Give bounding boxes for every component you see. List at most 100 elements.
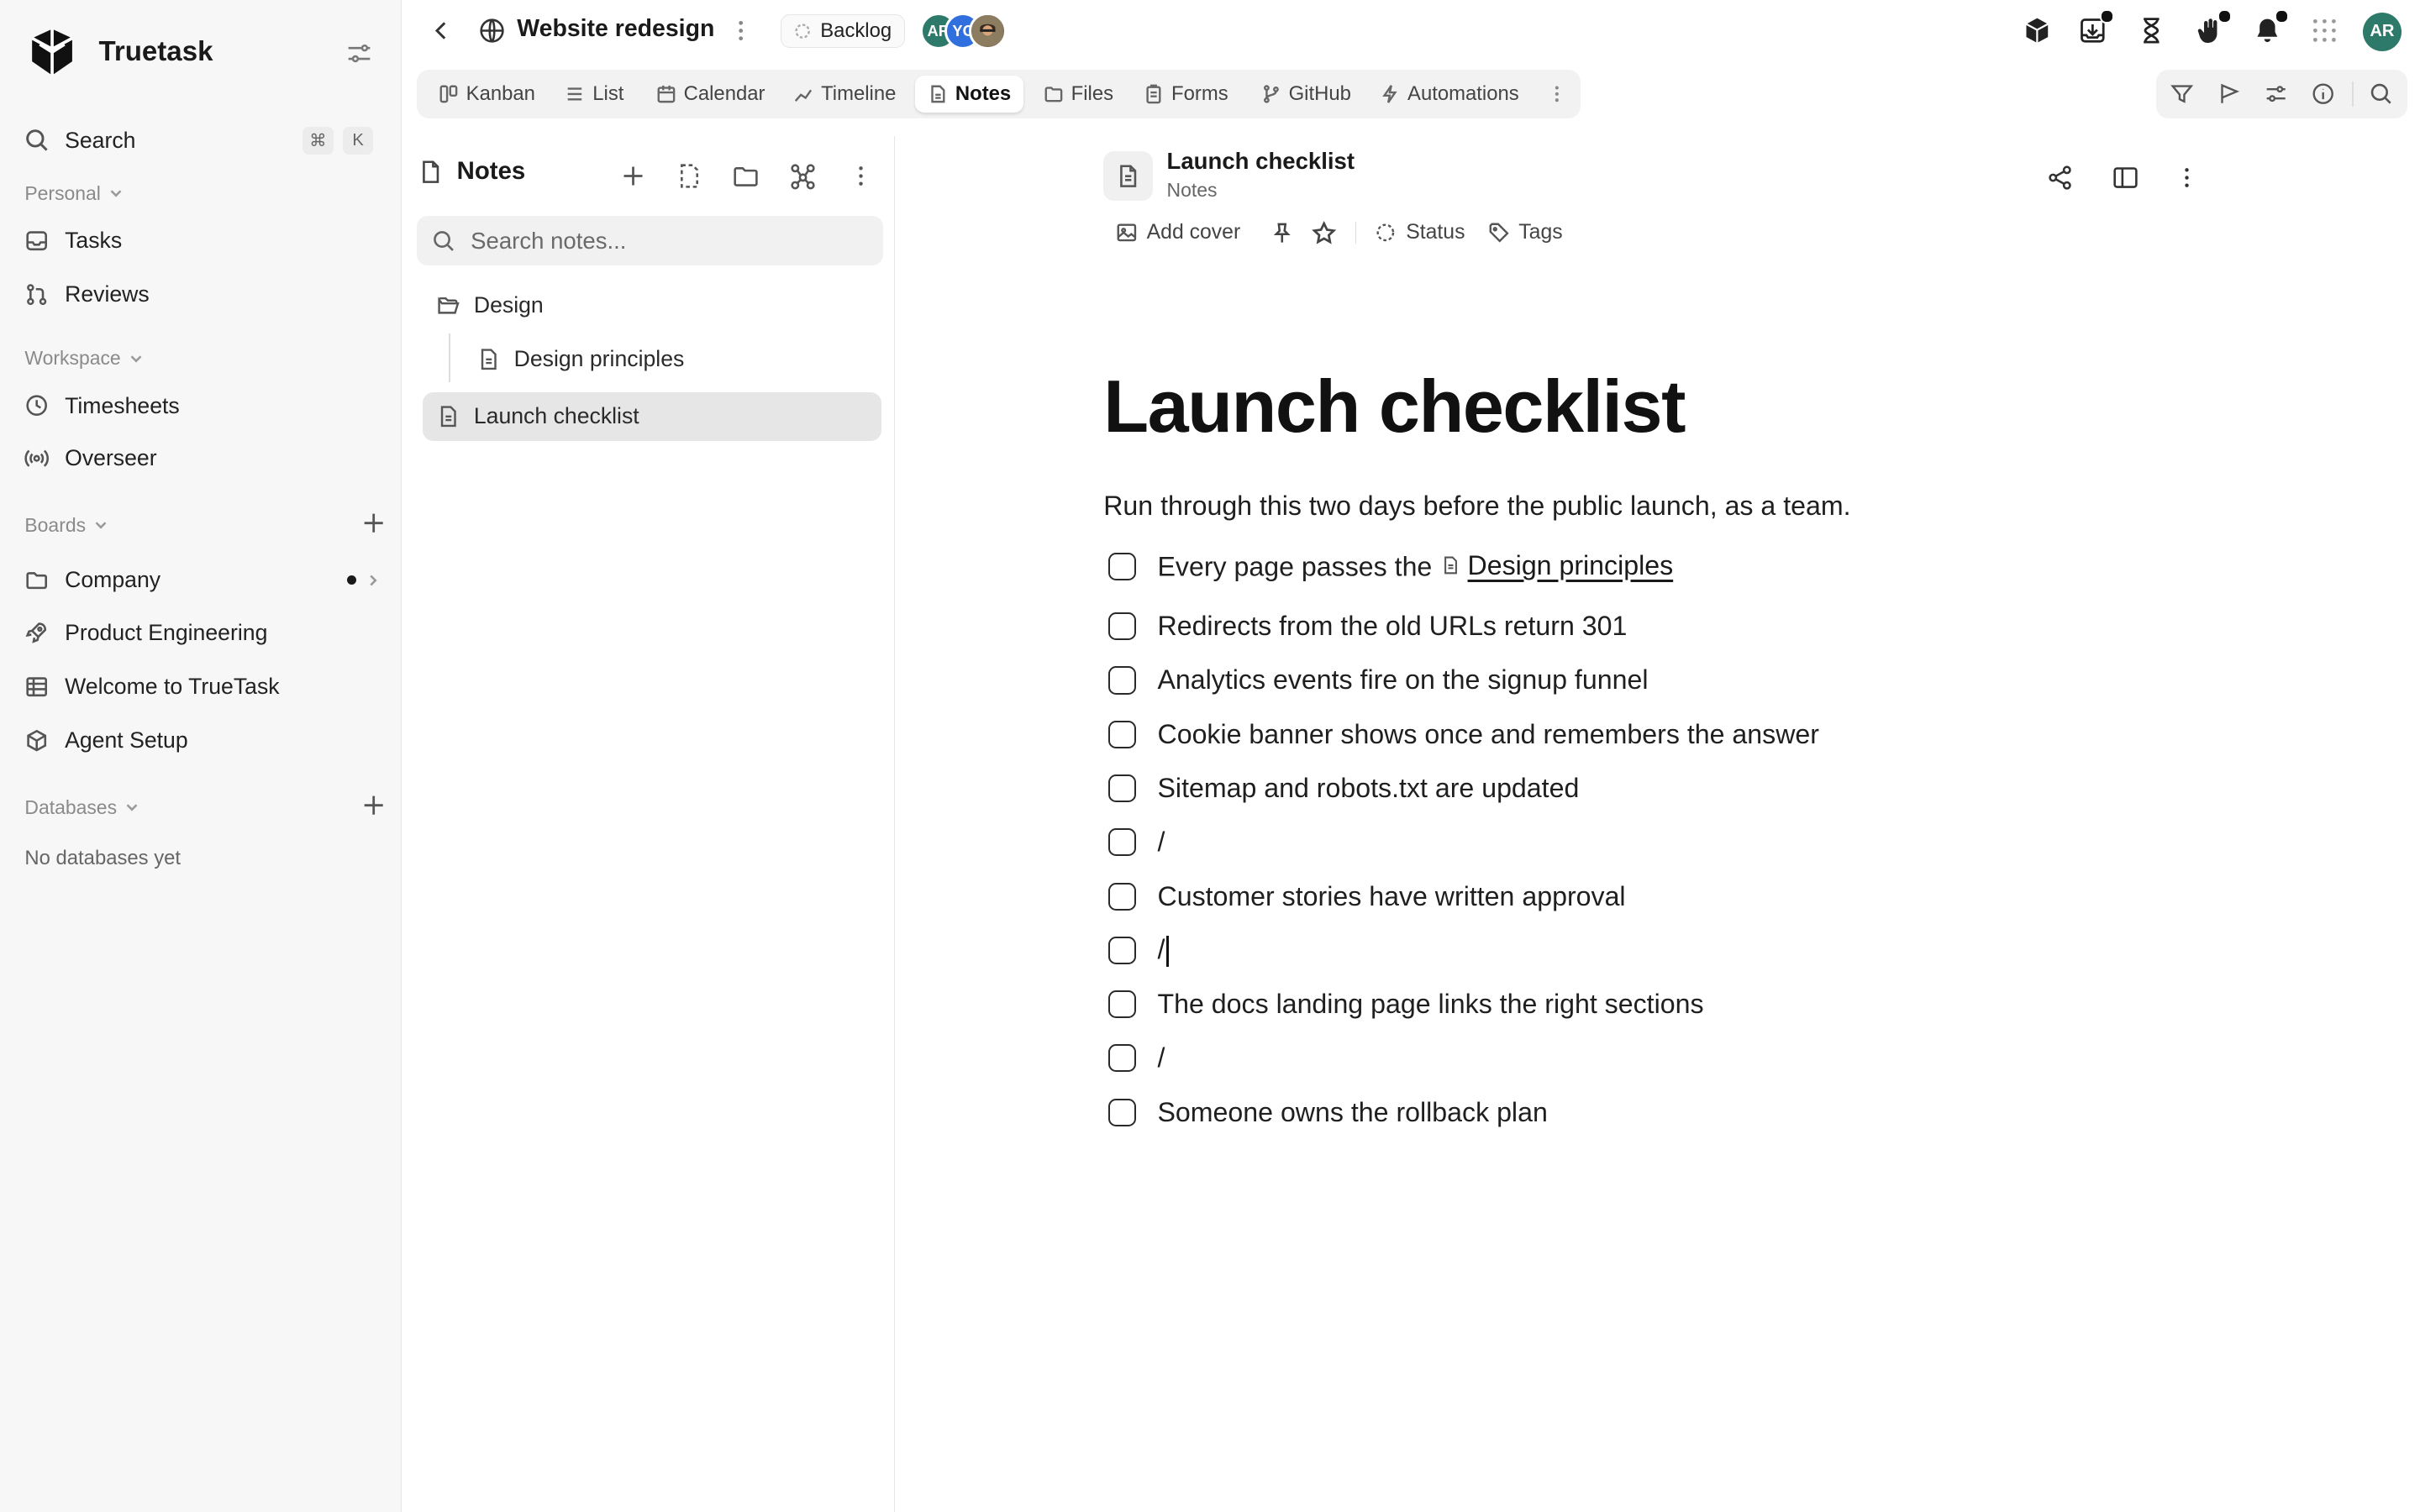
sidebar-item-company[interactable]: Company — [13, 555, 389, 605]
new-note-plus-icon[interactable] — [619, 162, 647, 190]
downloads-button[interactable] — [2077, 9, 2115, 46]
checkbox[interactable] — [1107, 936, 1136, 964]
add-board-button[interactable] — [355, 505, 392, 542]
pin-icon[interactable] — [1270, 222, 1294, 245]
tree-folder-design[interactable]: Design — [437, 281, 885, 330]
sliders-icon[interactable] — [2264, 81, 2288, 106]
section-databases[interactable]: Databases — [24, 796, 141, 819]
notes-panel-title: Notes — [418, 157, 525, 186]
chevron-down-icon — [130, 355, 142, 363]
notifications-button[interactable] — [2252, 9, 2289, 46]
search-icon[interactable] — [2369, 81, 2393, 106]
checklist-item[interactable]: Every page passes the Design principles — [1107, 548, 1673, 585]
star-icon[interactable] — [1312, 220, 1337, 245]
cube-icon[interactable] — [2022, 15, 2053, 46]
tab-forms[interactable]: Forms — [1131, 76, 1240, 113]
checkbox[interactable] — [1107, 774, 1136, 803]
tab-label: GitHub — [1288, 82, 1351, 106]
timeline-icon — [794, 89, 813, 102]
checkbox[interactable] — [1107, 1044, 1136, 1073]
checkbox[interactable] — [1107, 882, 1136, 911]
sidebar-item-product-engineering[interactable]: Product Engineering — [13, 608, 389, 658]
assistant-button[interactable] — [2195, 9, 2232, 46]
section-workspace[interactable]: Workspace — [24, 347, 145, 370]
info-icon[interactable] — [2311, 81, 2335, 106]
new-page-dashed-icon[interactable] — [676, 162, 703, 190]
tab-timeline[interactable]: Timeline — [781, 76, 908, 113]
tab-automations[interactable]: Automations — [1367, 76, 1531, 113]
checklist-item[interactable]: / — [1107, 824, 1165, 861]
more-vertical-icon[interactable] — [1546, 83, 1568, 105]
tab-calendar[interactable]: Calendar — [644, 76, 777, 113]
checklist-item-text: Cookie banner shows once and remembers t… — [1157, 718, 1820, 749]
tab-files[interactable]: Files — [1031, 76, 1126, 113]
doc-icon-button[interactable] — [1103, 150, 1153, 201]
share-icon[interactable] — [2046, 164, 2074, 192]
checkbox[interactable] — [1107, 552, 1136, 580]
sidebar-item-overseer[interactable]: Overseer — [13, 433, 389, 483]
tab-kanban[interactable]: Kanban — [426, 76, 548, 113]
tree-note-launch-checklist[interactable]: Launch checklist — [423, 391, 881, 442]
checklist-item[interactable]: Analytics events fire on the signup funn… — [1107, 662, 1648, 699]
checkbox[interactable] — [1107, 1098, 1136, 1126]
checkbox[interactable] — [1107, 666, 1136, 695]
checklist-item-text: / — [1157, 827, 1165, 858]
section-personal-label: Personal — [24, 181, 101, 204]
tags-property[interactable]: Tags — [1488, 221, 1563, 244]
checkbox[interactable] — [1107, 720, 1136, 748]
section-personal[interactable]: Personal — [24, 182, 125, 205]
graph-view-icon[interactable] — [789, 162, 817, 190]
checklist-item[interactable]: The docs landing page links the right se… — [1107, 986, 1704, 1023]
more-vertical-icon[interactable] — [2173, 164, 2201, 192]
checklist-item[interactable]: Customer stories have written approval — [1107, 878, 1626, 915]
status-property[interactable]: Status — [1375, 221, 1465, 244]
tab-list[interactable]: List — [553, 76, 637, 113]
checkbox[interactable] — [1107, 612, 1136, 641]
sidebar-item-label: Product Engineering — [65, 619, 268, 645]
sidebar-item-welcome[interactable]: Welcome to TrueTask — [13, 662, 389, 711]
add-database-button[interactable] — [355, 787, 392, 824]
sidebar-item-label: Agent Setup — [65, 727, 188, 753]
sidebar-toggle-icon[interactable] — [2112, 164, 2139, 192]
checklist-item-active[interactable]: / — [1107, 932, 1170, 969]
view-tools — [2155, 69, 2408, 119]
section-databases-label: Databases — [24, 795, 118, 818]
checkbox[interactable] — [1107, 990, 1136, 1019]
view-tabs: Kanban List Calendar Timeline Notes File… — [416, 69, 1581, 119]
new-folder-icon[interactable] — [732, 162, 760, 190]
tab-github[interactable]: GitHub — [1249, 76, 1364, 113]
checklist-item[interactable]: / — [1107, 1040, 1165, 1077]
add-cover-button[interactable]: Add cover — [1116, 221, 1240, 244]
apps-grid-icon[interactable] — [2309, 15, 2340, 46]
filter-icon[interactable] — [2170, 81, 2194, 106]
kanban-icon — [439, 85, 457, 103]
document-intro[interactable]: Run through this two days before the pub… — [1103, 491, 1850, 522]
checklist-item[interactable]: Sitemap and robots.txt are updated — [1107, 770, 1579, 807]
checklist-item[interactable]: Someone owns the rollback plan — [1107, 1094, 1548, 1131]
doc-header-title: Launch checklist — [1166, 148, 1355, 175]
sidebar-item-agent-setup[interactable]: Agent Setup — [13, 716, 389, 765]
sidebar-item-timesheets[interactable]: Timesheets — [13, 381, 389, 431]
tree-item-label: Launch checklist — [473, 403, 639, 429]
section-workspace-label: Workspace — [24, 347, 121, 370]
document-title[interactable]: Launch checklist — [1103, 364, 1686, 449]
more-vertical-icon[interactable] — [847, 162, 875, 190]
add-cover-label: Add cover — [1146, 221, 1241, 244]
doc-header-parent[interactable]: Notes — [1167, 179, 1218, 202]
tab-label: Forms — [1171, 82, 1228, 106]
sidebar-search[interactable]: Search ⌘ K — [13, 116, 389, 165]
user-avatar[interactable]: AR — [2362, 12, 2402, 51]
page-mention-link[interactable]: Design principles — [1441, 550, 1673, 581]
sidebar-item-reviews[interactable]: Reviews — [13, 270, 389, 319]
document-icon — [1120, 165, 1137, 187]
broadcast-icon — [24, 449, 50, 467]
tree-note-design-principles[interactable]: Design principles — [477, 335, 885, 385]
chevron-right-icon[interactable] — [364, 571, 382, 590]
checkbox[interactable] — [1107, 828, 1136, 857]
section-boards[interactable]: Boards — [24, 514, 110, 537]
flag-icon[interactable] — [2217, 81, 2242, 106]
checklist-item[interactable]: Cookie banner shows once and remembers t… — [1107, 716, 1820, 753]
hourglass-icon[interactable] — [2136, 15, 2167, 46]
tab-notes[interactable]: Notes — [915, 75, 1023, 113]
checklist-item[interactable]: Redirects from the old URLs return 301 — [1107, 608, 1627, 645]
